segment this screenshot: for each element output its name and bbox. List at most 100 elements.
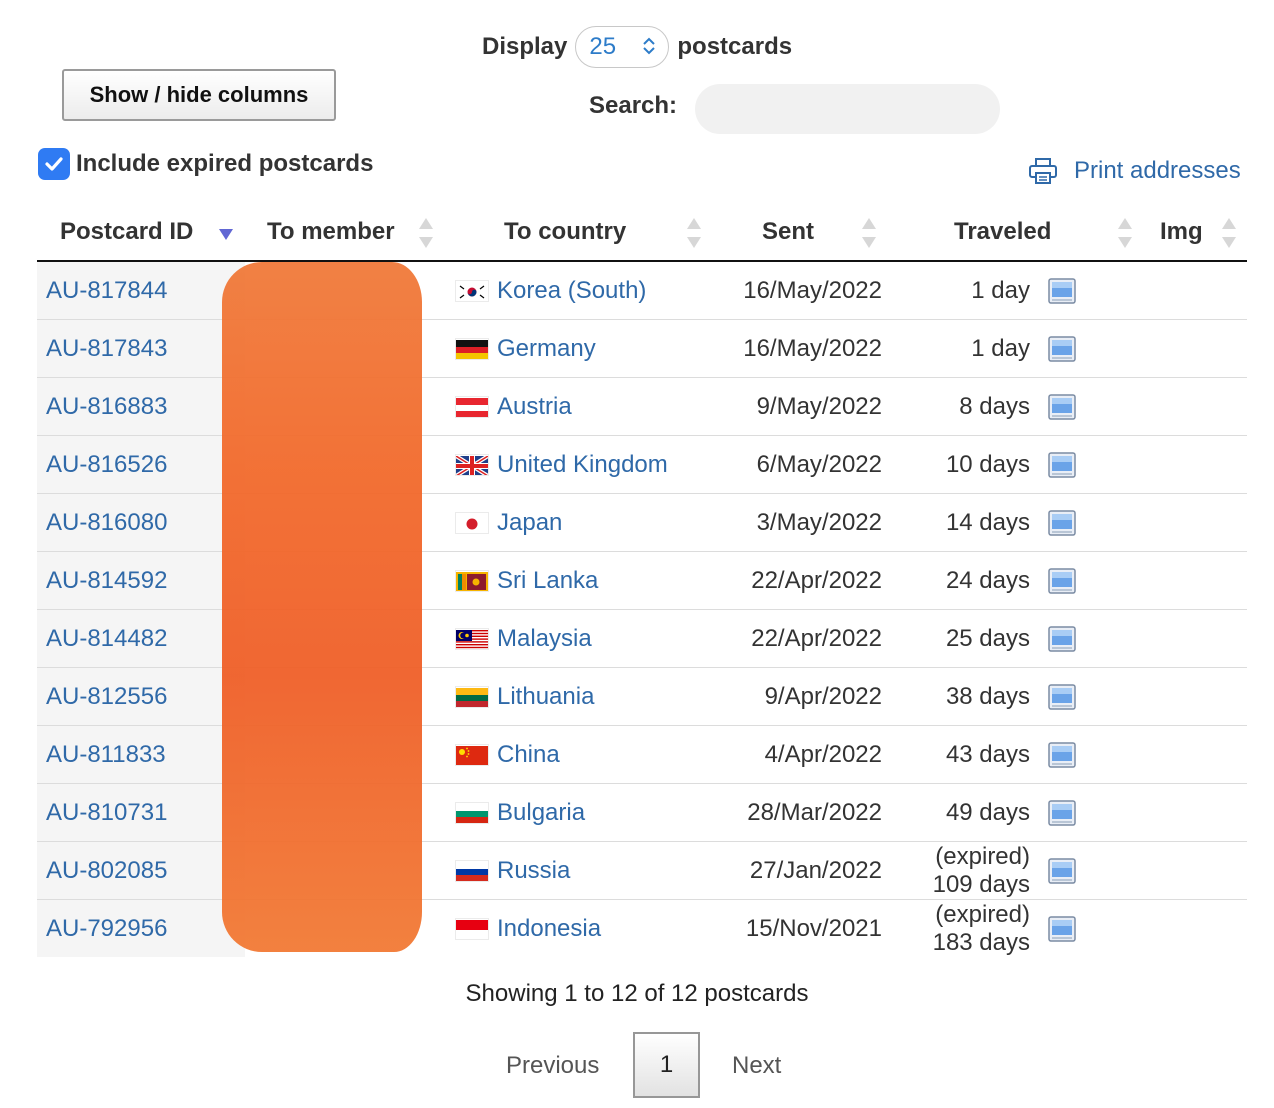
postcard-id-link[interactable]: AU-812556 (46, 683, 167, 710)
img-cell (1048, 261, 1247, 320)
print-addresses-link[interactable]: Print addresses (1028, 157, 1241, 185)
image-icon[interactable] (1048, 741, 1076, 768)
postcard-id-link[interactable]: AU-816526 (46, 451, 167, 478)
postcard-id-link[interactable]: AU-817844 (46, 277, 167, 304)
country-link[interactable]: China (497, 741, 560, 769)
postcard-id-link[interactable]: AU-816080 (46, 509, 167, 536)
country-link[interactable]: Lithuania (497, 683, 594, 711)
country-link[interactable]: Austria (497, 393, 572, 421)
column-header-to-country[interactable]: To country (445, 204, 705, 262)
sort-icon (687, 218, 701, 248)
country-link[interactable]: United Kingdom (497, 451, 668, 479)
sort-icon (1222, 218, 1236, 248)
column-header-sent[interactable]: Sent (705, 204, 890, 262)
postcard-id-link[interactable]: AU-792956 (46, 915, 167, 942)
display-suffix: postcards (677, 33, 793, 60)
country-link[interactable]: Bulgaria (497, 799, 585, 827)
sent-date-cell: 9/Apr/2022 (705, 667, 890, 726)
img-cell (1048, 899, 1247, 957)
traveled-cell: (expired) 183 days (890, 899, 1140, 957)
austria-flag-icon (456, 397, 488, 417)
column-header-postcard-id[interactable]: Postcard ID (37, 204, 245, 262)
next-page-button[interactable]: Next (732, 1052, 781, 1080)
postcards-table: Postcard ID To member To country Sent Tr… (37, 204, 1247, 957)
image-icon[interactable] (1048, 509, 1076, 536)
sent-date-cell: 6/May/2022 (705, 435, 890, 494)
country-link[interactable]: Germany (497, 335, 596, 363)
sent-date-cell: 9/May/2022 (705, 377, 890, 436)
page-1-button[interactable]: 1 (633, 1032, 700, 1098)
image-icon[interactable] (1048, 567, 1076, 594)
previous-page-button[interactable]: Previous (506, 1052, 599, 1080)
column-header-label: To member (267, 218, 395, 245)
sent-date-cell: 28/Mar/2022 (705, 783, 890, 842)
postcard-id-link[interactable]: AU-811833 (46, 741, 166, 768)
sort-icon (419, 218, 433, 248)
sri-lanka-flag-icon (456, 571, 488, 591)
img-cell (1048, 377, 1247, 436)
traveled-cell: 49 days (890, 783, 1140, 842)
traveled-cell: 10 days (890, 435, 1140, 494)
redaction-overlay (222, 262, 422, 952)
postcard-id-cell: AU-816883 (37, 377, 245, 436)
to-country-cell: Sri Lanka (445, 551, 705, 610)
postcard-id-cell: AU-802085 (37, 841, 245, 900)
img-cell (1048, 319, 1247, 378)
postcard-id-link[interactable]: AU-802085 (46, 857, 167, 884)
sent-date-cell: 22/Apr/2022 (705, 551, 890, 610)
image-icon[interactable] (1048, 799, 1076, 826)
table-row: AU-811833 China 4/Apr/2022 43 days (37, 725, 1247, 784)
to-country-cell: Korea (South) (445, 261, 705, 320)
sort-icon (1118, 218, 1132, 248)
display-length-select[interactable]: 25 (575, 26, 670, 68)
postcard-id-cell: AU-817843 (37, 319, 245, 378)
to-country-cell: Germany (445, 319, 705, 378)
img-cell (1048, 725, 1247, 784)
postcard-id-link[interactable]: AU-817843 (46, 335, 167, 362)
japan-flag-icon (456, 513, 488, 533)
table-row: AU-814482 Malaysia 22/Apr/2022 25 days (37, 609, 1247, 668)
display-length-control: Display 25 postcards (482, 26, 792, 68)
country-link[interactable]: Sri Lanka (497, 567, 598, 595)
include-expired-checkbox[interactable] (38, 148, 70, 180)
checkmark-icon (45, 157, 63, 171)
img-cell (1048, 667, 1247, 726)
image-icon[interactable] (1048, 451, 1076, 478)
indonesia-flag-icon (456, 919, 488, 939)
image-icon[interactable] (1048, 393, 1076, 420)
table-row: AU-816883 Austria 9/May/2022 8 days (37, 377, 1247, 436)
display-prefix: Display (482, 33, 568, 60)
country-link[interactable]: Korea (South) (497, 277, 646, 305)
include-expired-label: Include expired postcards (76, 150, 374, 177)
sent-date-cell: 4/Apr/2022 (705, 725, 890, 784)
image-icon[interactable] (1048, 277, 1076, 304)
include-expired-toggle[interactable]: Include expired postcards (38, 148, 373, 180)
image-icon[interactable] (1048, 683, 1076, 710)
traveled-cell: 43 days (890, 725, 1140, 784)
postcard-id-link[interactable]: AU-814482 (46, 625, 167, 652)
to-country-cell: Malaysia (445, 609, 705, 668)
image-icon[interactable] (1048, 857, 1076, 884)
postcard-id-link[interactable]: AU-816883 (46, 393, 167, 420)
sort-desc-icon (219, 218, 233, 248)
postcard-id-link[interactable]: AU-814592 (46, 567, 167, 594)
country-link[interactable]: Russia (497, 857, 570, 885)
postcard-id-cell: AU-816080 (37, 493, 245, 552)
chevron-up-down-icon (642, 36, 656, 59)
postcard-id-link[interactable]: AU-810731 (46, 799, 167, 826)
image-icon[interactable] (1048, 915, 1076, 942)
traveled-cell: 1 day (890, 319, 1140, 378)
postcard-id-cell: AU-816526 (37, 435, 245, 494)
column-header-to-member[interactable]: To member (245, 204, 445, 262)
column-header-traveled[interactable]: Traveled (890, 204, 1140, 262)
country-link[interactable]: Malaysia (497, 625, 592, 653)
country-link[interactable]: Indonesia (497, 915, 601, 943)
column-header-img[interactable]: Img (1140, 204, 1247, 262)
show-hide-columns-button[interactable]: Show / hide columns (62, 69, 336, 121)
korea-flag-icon (456, 281, 488, 301)
image-icon[interactable] (1048, 625, 1076, 652)
country-link[interactable]: Japan (497, 509, 562, 537)
traveled-cell: (expired) 109 days (890, 841, 1140, 900)
search-input[interactable] (695, 84, 1000, 134)
image-icon[interactable] (1048, 335, 1076, 362)
